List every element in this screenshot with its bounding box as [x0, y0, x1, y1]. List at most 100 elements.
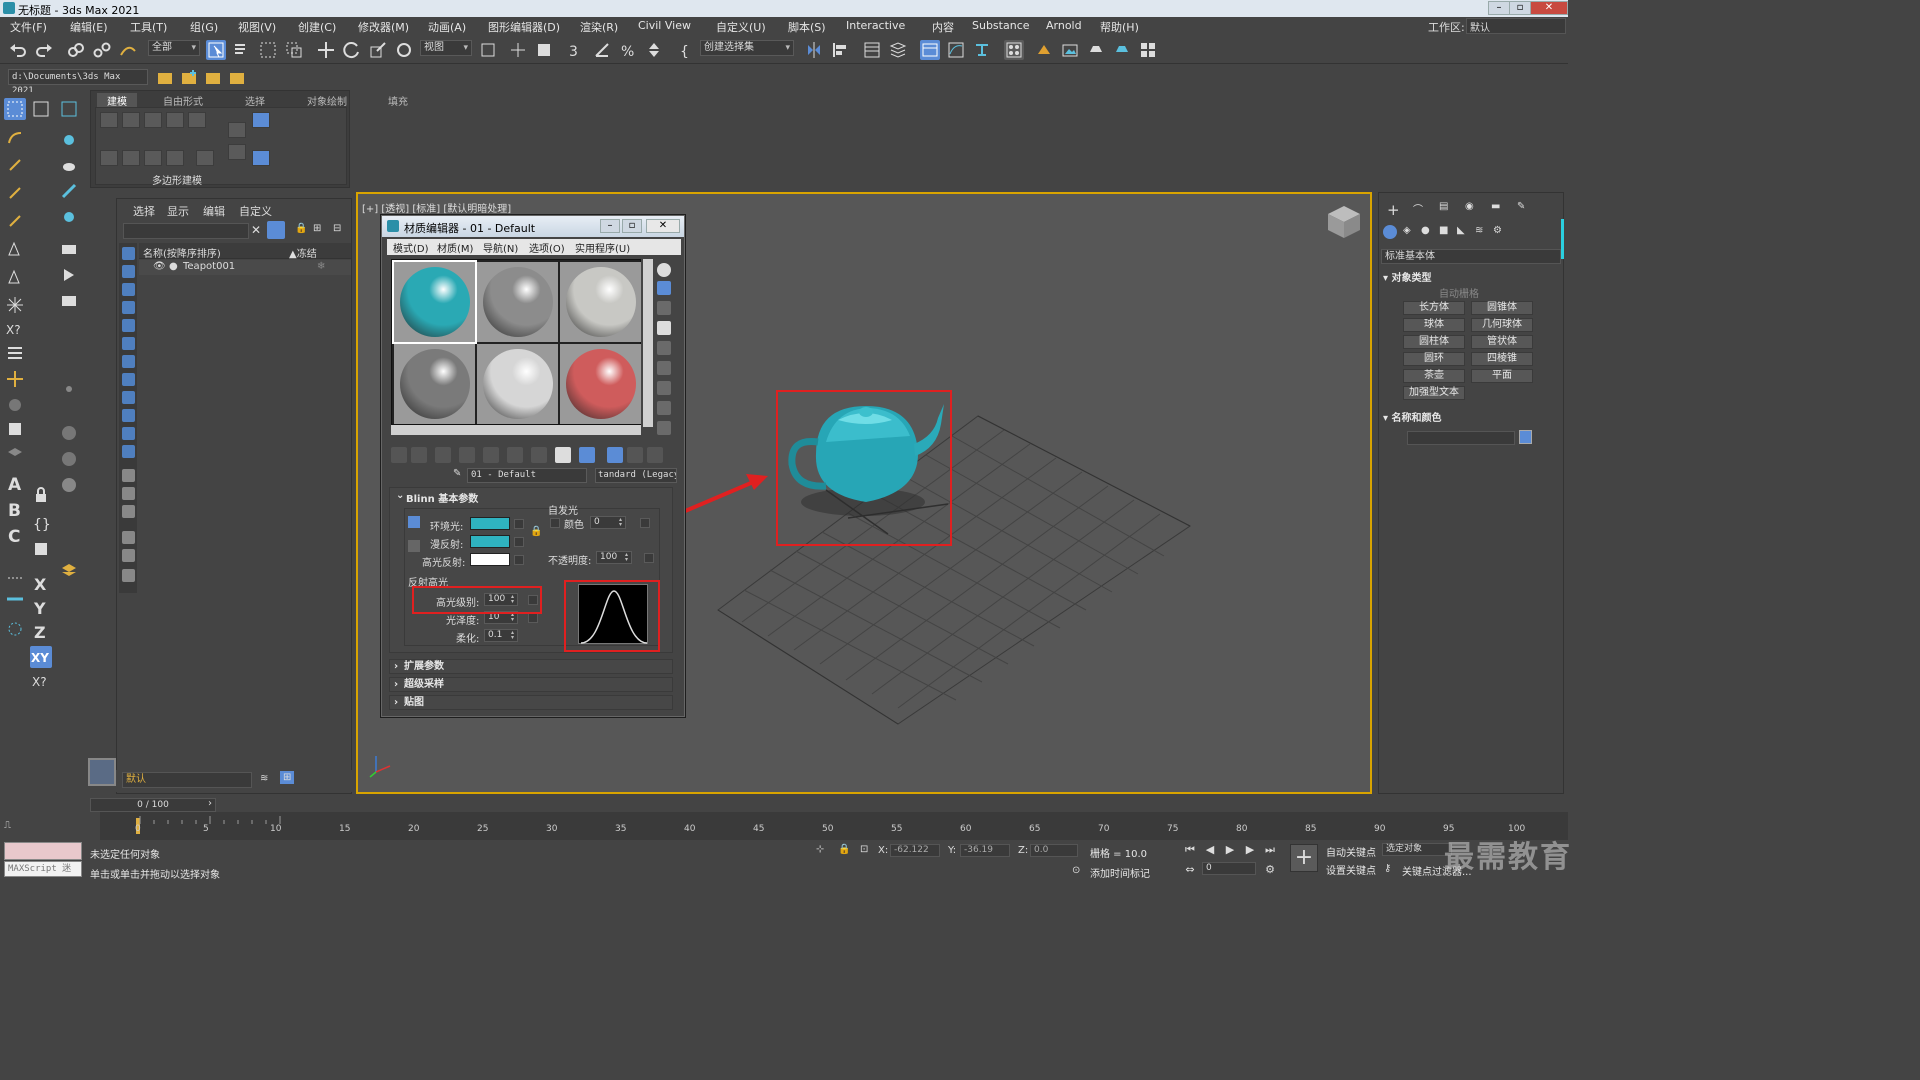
- object-type-rollout-title[interactable]: ▾ 对象类型: [1383, 269, 1559, 284]
- hierarchy-icon[interactable]: ⊞: [313, 223, 321, 234]
- sphere-tool-icon[interactable]: [58, 206, 80, 228]
- filter-lights-icon[interactable]: [122, 283, 135, 296]
- cone-button[interactable]: 圆锥体: [1471, 301, 1533, 315]
- named-selection-select[interactable]: 创建选择集: [700, 40, 794, 56]
- auto-key-button[interactable]: 自动关键点: [1326, 844, 1376, 859]
- geometry-category-icon[interactable]: [1383, 225, 1397, 239]
- ambient-color-swatch[interactable]: [470, 517, 510, 530]
- lock-diffuse-specular-icon[interactable]: [408, 540, 420, 552]
- slots-horizontal-scrollbar[interactable]: [391, 425, 641, 435]
- utilities-tab-icon[interactable]: ✎: [1517, 201, 1525, 212]
- hierarchy-tab-icon[interactable]: ▤: [1439, 201, 1448, 212]
- explorer-tab-select[interactable]: 选择: [133, 203, 155, 219]
- torus-button[interactable]: 圆环: [1403, 352, 1465, 366]
- color-lock-icon[interactable]: 🔒: [530, 526, 542, 537]
- pencil-tool-icon[interactable]: [58, 180, 80, 202]
- pen-tool-icon[interactable]: [4, 238, 26, 260]
- explorer-tab-customize[interactable]: 自定义: [239, 203, 272, 219]
- material-type-button[interactable]: tandard (Legacy: [595, 468, 677, 483]
- ribbon-tab-freeform[interactable]: 自由形式: [163, 93, 203, 108]
- selection-filter-select[interactable]: 全部: [148, 40, 200, 56]
- lock-explorer-icon[interactable]: 🔒: [295, 223, 307, 234]
- align-icon[interactable]: [830, 40, 850, 60]
- menu-create[interactable]: 创建(C): [298, 19, 336, 35]
- cameras-category-icon[interactable]: ■: [1439, 225, 1448, 236]
- rectangular-selection-icon[interactable]: [258, 40, 278, 60]
- project-path-select[interactable]: d:\Documents\3ds Max 2021: [8, 69, 148, 96]
- import-icon[interactable]: [30, 98, 52, 120]
- diffuse-map-button[interactable]: [514, 537, 524, 547]
- select-object-icon[interactable]: [206, 40, 226, 60]
- reset-map-icon[interactable]: [459, 447, 475, 463]
- next-frame-icon[interactable]: ▶: [1242, 842, 1258, 858]
- brackets-icon[interactable]: {}: [30, 512, 52, 534]
- unlink-icon[interactable]: [92, 40, 112, 60]
- material-name-input[interactable]: 01 - Default: [467, 468, 587, 483]
- filter-groups-icon[interactable]: [122, 355, 135, 368]
- ribbon-btn-9[interactable]: [166, 150, 184, 166]
- panel-scroll-indicator[interactable]: [1561, 219, 1564, 259]
- self-illum-map-button[interactable]: [640, 518, 650, 528]
- measure-icon[interactable]: [4, 588, 26, 610]
- menu-graph-editors[interactable]: 图形编辑器(D): [488, 19, 560, 35]
- time-tag-icon[interactable]: ⊙: [1072, 865, 1080, 876]
- workspace-select[interactable]: 默认: [1466, 18, 1566, 34]
- selected-object-select[interactable]: 选定对象: [1382, 843, 1452, 856]
- create-tab-icon[interactable]: +: [1387, 201, 1400, 219]
- time-slider[interactable]: 0 / 100: [90, 798, 216, 812]
- ribbon-btn-1[interactable]: [100, 112, 118, 128]
- mated-minimize-button[interactable]: –: [600, 219, 620, 233]
- filter-xrefs-icon[interactable]: [122, 373, 135, 386]
- sample-slot-6[interactable]: [560, 344, 641, 424]
- schematic-view-icon[interactable]: [972, 40, 992, 60]
- show-shaded-icon[interactable]: [579, 447, 595, 463]
- background-icon[interactable]: [657, 301, 671, 315]
- slots-vertical-scrollbar[interactable]: [643, 259, 653, 427]
- soften-spinner[interactable]: 0.1: [484, 629, 518, 642]
- keyboard-shortcut-toggle-icon[interactable]: [534, 40, 554, 60]
- ribbon-btn-14[interactable]: [252, 150, 270, 166]
- menu-animation[interactable]: 动画(A): [428, 19, 466, 35]
- stack-icon[interactable]: [4, 444, 26, 466]
- sphere-gray-1-icon[interactable]: [58, 422, 80, 444]
- axis-y-icon[interactable]: Y: [30, 596, 52, 618]
- curve-editor-icon[interactable]: [946, 40, 966, 60]
- sphere-gray-3-icon[interactable]: [58, 474, 80, 496]
- sample-slot-1[interactable]: [392, 260, 477, 344]
- menu-group[interactable]: 组(G): [190, 19, 218, 35]
- autogrid-checkbox[interactable]: 自动栅格: [1439, 285, 1479, 300]
- toggle-layer-explorer-icon[interactable]: [888, 40, 908, 60]
- assign-material-icon[interactable]: [435, 447, 451, 463]
- ribbon-tab-object-paint[interactable]: 对象绘制: [307, 93, 347, 108]
- ribbon-btn-12[interactable]: [228, 144, 246, 160]
- orbit-icon[interactable]: [4, 618, 26, 640]
- backlight-icon[interactable]: [657, 281, 671, 295]
- filter-invert-icon[interactable]: [122, 505, 135, 518]
- place-icon[interactable]: [394, 40, 414, 60]
- layer-hierarchy-icon[interactable]: ⊟: [333, 223, 341, 234]
- selection-lock-icon[interactable]: 🔒: [838, 844, 850, 855]
- menu-interactive[interactable]: Interactive: [846, 19, 905, 32]
- glossiness-map-button[interactable]: [528, 613, 538, 623]
- supersampling-rollout[interactable]: 超级采样: [389, 677, 673, 692]
- menu-tools[interactable]: 工具(T): [130, 19, 167, 35]
- ribbon-btn-4[interactable]: [166, 112, 184, 128]
- filter-funnel-2-icon[interactable]: [122, 549, 135, 562]
- sample-slot-3[interactable]: [560, 262, 641, 342]
- ambient-map-button[interactable]: [514, 519, 524, 529]
- stack-layers-icon[interactable]: [58, 560, 80, 582]
- maximize-button[interactable]: ▫: [1509, 1, 1531, 15]
- sample-slot-5[interactable]: [477, 344, 558, 424]
- toggle-scene-explorer-icon[interactable]: [862, 40, 882, 60]
- menu-views[interactable]: 视图(V): [238, 19, 276, 35]
- menu-civil-view[interactable]: Civil View: [638, 19, 691, 32]
- menu-customize[interactable]: 自定义(U): [716, 19, 766, 35]
- frozen-toggle-icon[interactable]: ❄: [317, 261, 325, 272]
- mated-menu-utilities[interactable]: 实用程序(U): [575, 240, 630, 255]
- y-coord-input[interactable]: -36.19: [960, 844, 1010, 857]
- explorer-search-input[interactable]: [123, 223, 249, 239]
- column-name-header[interactable]: 名称(按降序排序): [143, 245, 221, 260]
- mated-menu-options[interactable]: 选项(O): [529, 240, 565, 255]
- render-iterative-icon[interactable]: [1112, 40, 1132, 60]
- camera-tool-icon[interactable]: [58, 238, 80, 260]
